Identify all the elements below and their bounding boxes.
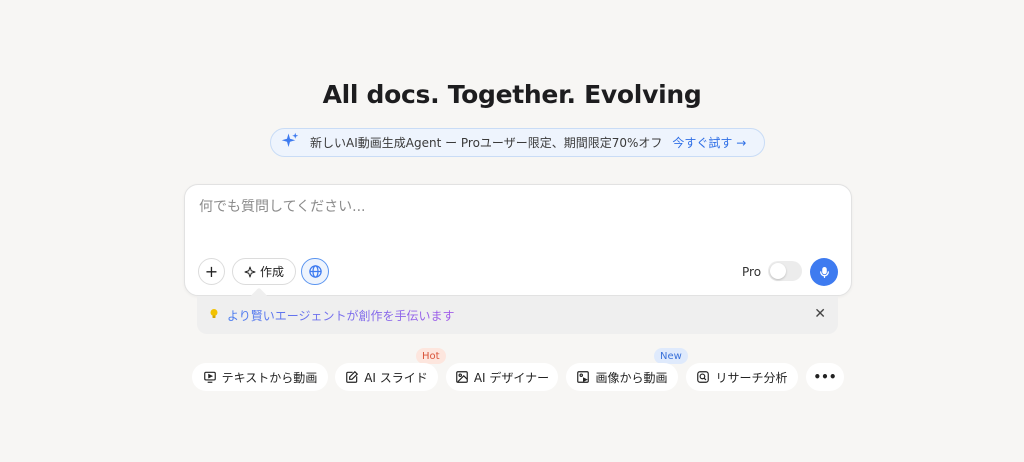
- add-attachment-button[interactable]: +: [198, 258, 225, 285]
- chip-label: テキストから動画: [221, 370, 318, 385]
- hot-badge: Hot: [416, 348, 446, 364]
- more-icon: •••: [813, 370, 837, 384]
- promo-try-link[interactable]: 今すぐ試す →: [672, 134, 746, 151]
- chip-label: AI デザイナー: [473, 370, 550, 385]
- chip-label: AI スライド: [364, 370, 428, 385]
- research-icon: [697, 371, 710, 383]
- new-badge: New: [654, 348, 688, 364]
- web-search-button[interactable]: [301, 258, 329, 285]
- image-icon: [455, 371, 468, 383]
- more-button[interactable]: •••: [806, 363, 844, 391]
- close-icon[interactable]: ✕: [814, 306, 826, 322]
- tip-bar: より賢いエージェントが創作を手伝います ✕: [197, 296, 838, 334]
- chip-label: 画像から動画: [595, 370, 668, 385]
- chip-text-to-video[interactable]: テキストから動画: [192, 363, 328, 391]
- plus-icon: +: [204, 262, 219, 281]
- voice-input-button[interactable]: [810, 258, 838, 286]
- chat-composer: + 作成 Pro: [184, 184, 852, 296]
- pro-toggle[interactable]: [768, 261, 802, 281]
- promo-text: 新しいAI動画生成Agent ー Proユーザー限定、期間限定70%オフ: [310, 136, 663, 150]
- sparkle-icon: [281, 132, 301, 154]
- sparkle-outline-icon: [244, 266, 256, 277]
- chip-image-to-video[interactable]: 画像から動画: [566, 363, 678, 391]
- chip-label: リサーチ分析: [715, 370, 788, 385]
- video-play-icon: [203, 371, 216, 383]
- globe-icon: [308, 265, 322, 278]
- tip-text: より賢いエージェントが創作を手伝います: [227, 308, 455, 323]
- image-video-icon: [577, 371, 590, 383]
- toggle-knob: [770, 263, 786, 279]
- lightbulb-icon: [209, 308, 219, 323]
- chip-research[interactable]: リサーチ分析: [686, 363, 798, 391]
- prompt-input[interactable]: [199, 199, 819, 215]
- microphone-icon: [819, 266, 829, 278]
- chip-ai-slides[interactable]: AI スライド: [335, 363, 438, 391]
- chip-ai-designer[interactable]: AI デザイナー: [446, 363, 558, 391]
- page-title: All docs. Together. Evolving: [322, 80, 702, 109]
- create-label: 作成: [259, 265, 284, 279]
- create-button[interactable]: 作成: [232, 258, 296, 285]
- pro-label: Pro: [742, 265, 762, 279]
- promo-banner[interactable]: 新しいAI動画生成Agent ー Proユーザー限定、期間限定70%オフ 今すぐ…: [270, 128, 765, 157]
- edit-slide-icon: [346, 370, 359, 383]
